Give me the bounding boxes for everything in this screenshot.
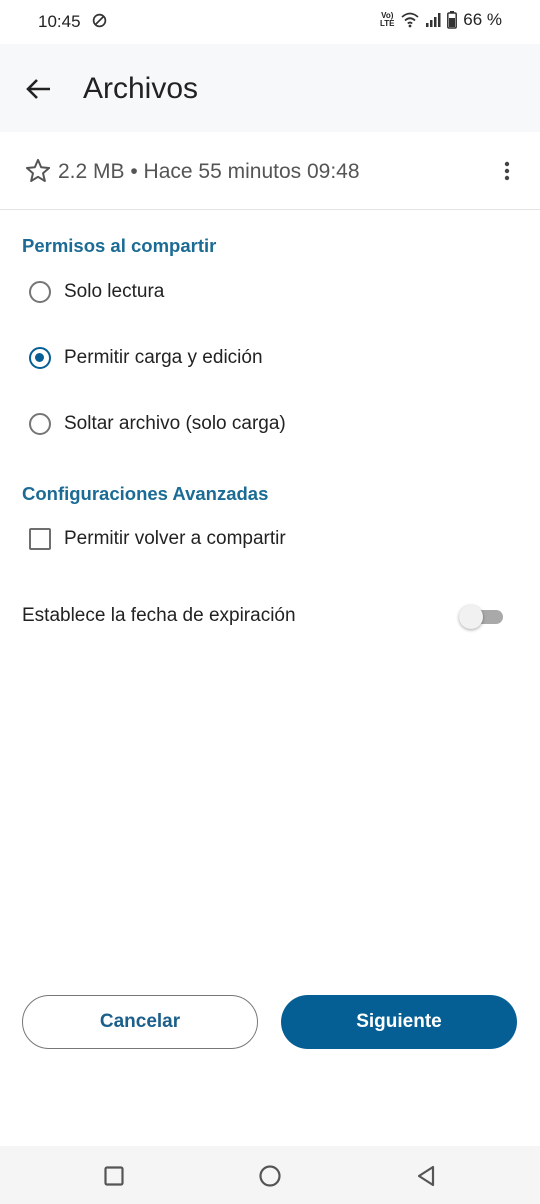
file-meta: 2.2 MB • Hace 55 minutos 09:48 <box>58 160 360 183</box>
back-triangle-icon[interactable] <box>414 1164 438 1188</box>
star-icon[interactable] <box>24 157 52 185</box>
option-label: Soltar archivo (solo carga) <box>64 413 286 434</box>
cancel-button[interactable]: Cancelar <box>22 995 258 1049</box>
home-icon[interactable] <box>258 1164 282 1188</box>
status-bar: 10:45 Vo) LTE 66 % <box>0 0 540 44</box>
more-options-icon[interactable] <box>498 158 516 184</box>
battery-percent: 66 % <box>463 10 502 29</box>
radio-option-file-drop[interactable]: Soltar archivo (solo carga) <box>29 404 286 444</box>
allow-reshare-checkbox-row[interactable]: Permitir volver a compartir <box>29 519 286 559</box>
back-arrow-icon[interactable] <box>24 74 54 104</box>
toggle-thumb <box>459 605 483 629</box>
recent-apps-icon[interactable] <box>102 1164 126 1188</box>
expiration-date-label: Establece la fecha de expiración <box>22 605 296 626</box>
signal-icon <box>426 13 441 27</box>
page-title: Archivos <box>83 72 199 105</box>
share-permissions-heading: Permisos al compartir <box>22 235 217 256</box>
radio-button[interactable] <box>29 413 51 435</box>
option-label: Solo lectura <box>64 281 165 302</box>
file-info-row: 2.2 MB • Hace 55 minutos 09:48 <box>0 132 540 210</box>
allow-reshare-checkbox[interactable] <box>29 528 51 550</box>
option-label: Permitir carga y edición <box>64 347 263 368</box>
status-time: 10:45 <box>38 12 81 31</box>
radio-button[interactable] <box>29 281 51 303</box>
do-not-disturb-icon <box>92 13 107 28</box>
status-icons: Vo) LTE 66 % <box>379 10 502 30</box>
app-bar: Archivos <box>0 44 540 132</box>
system-navigation-bar <box>0 1146 540 1204</box>
radio-button-selected[interactable] <box>29 347 51 369</box>
wifi-icon <box>401 12 419 28</box>
advanced-settings-heading: Configuraciones Avanzadas <box>22 483 269 504</box>
allow-reshare-label: Permitir volver a compartir <box>64 528 286 549</box>
radio-option-upload-edit[interactable]: Permitir carga y edición <box>29 338 263 378</box>
battery-icon <box>447 11 458 29</box>
expiration-date-toggle[interactable] <box>459 604 503 629</box>
next-button[interactable]: Siguiente <box>281 995 517 1049</box>
volte-icon: Vo) LTE <box>379 11 395 28</box>
radio-option-read-only[interactable]: Solo lectura <box>29 272 164 312</box>
